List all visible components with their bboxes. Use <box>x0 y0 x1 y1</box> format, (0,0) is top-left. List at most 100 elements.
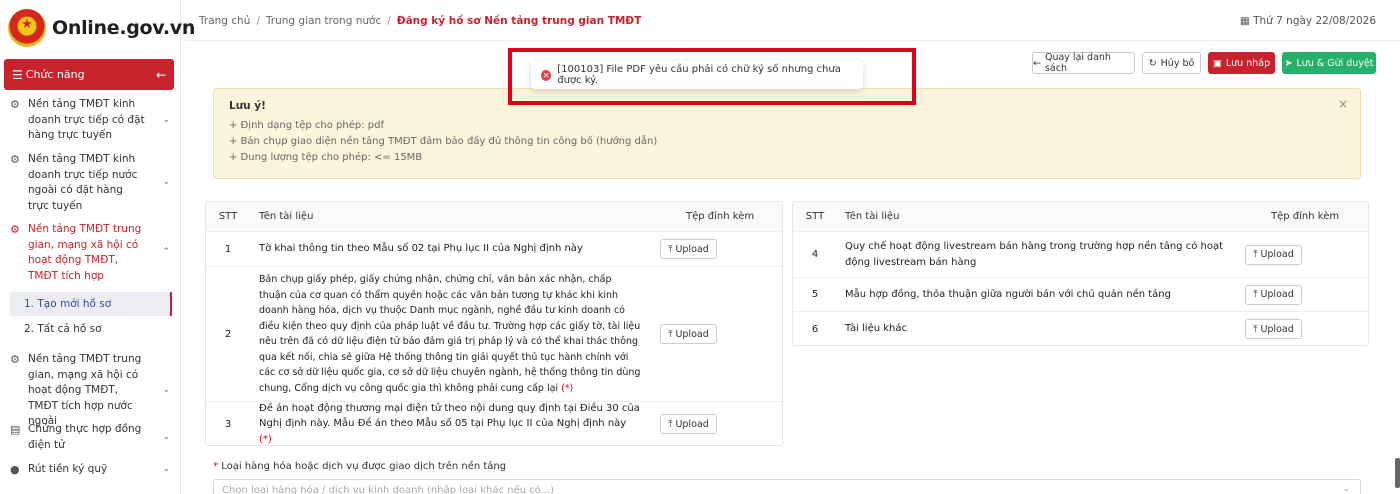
table-header: STT Tên tài liệu Tệp đính kèm <box>793 202 1368 232</box>
hamburger-icon: ☰ <box>12 67 23 82</box>
row-stt: 3 <box>224 418 232 430</box>
row-stt: 6 <box>811 323 819 335</box>
upload-icon: ⤒ <box>1253 323 1258 335</box>
col-stt: STT <box>218 211 238 222</box>
upload-label: Upload <box>1260 289 1294 300</box>
table-row: 4 Quy chế hoạt động livestream bán hàng … <box>793 232 1368 278</box>
sidebar-item-label: Chứng thực hợp đồng điện tử <box>28 423 142 451</box>
sidebar-item-direct-ecommerce[interactable]: ⚙ Nền tảng TMĐT kinh doanh trực tiếp có … <box>10 97 170 144</box>
gear-icon: ⚙ <box>10 153 20 166</box>
table-row: 5 Mẫu hợp đồng, thỏa thuận giữa người bá… <box>793 278 1368 312</box>
sidebar-subitem-create-new[interactable]: 1. Tạo mới hồ sơ <box>10 292 172 316</box>
row-name-text: Tờ khai thông tin theo Mẫu số 02 tại Phụ… <box>259 243 583 255</box>
upload-label: Upload <box>675 243 709 255</box>
arrow-left-icon: ← <box>1033 57 1041 69</box>
document-icon: ▤ <box>10 423 21 436</box>
breadcrumb-parent[interactable]: Trung gian trong nước <box>266 15 381 27</box>
chevron-down-icon: ⌄ <box>162 177 170 188</box>
sidebar-subitem-label: 2. Tất cả hồ sơ <box>24 323 102 335</box>
documents-table-right: STT Tên tài liệu Tệp đính kèm 4 Quy chế … <box>792 201 1369 346</box>
save-draft-label: Lưu nháp <box>1225 57 1271 69</box>
upload-icon: ⤒ <box>668 243 673 255</box>
row-name: Tài liệu khác <box>845 323 908 335</box>
arrow-left-icon[interactable]: ← <box>156 68 166 82</box>
sidebar-item-label: Nền tảng TMĐT trung gian, mạng xã hội có… <box>28 223 142 282</box>
breadcrumb-home[interactable]: Trang chủ <box>199 15 250 27</box>
upload-button[interactable]: ⤒ Upload <box>660 324 717 344</box>
upload-button[interactable]: ⤒ Upload <box>1245 319 1302 339</box>
function-menu-label: Chức năng <box>25 68 85 81</box>
upload-button[interactable]: ⤒ Upload <box>1245 244 1302 265</box>
sidebar: Online.gov.vn ☰ Chức năng ← ⚙ Nền tảng T… <box>0 0 195 494</box>
goods-type-placeholder: Chọn loại hàng hóa / dịch vụ kinh doanh … <box>222 485 555 494</box>
required-mark: (*) <box>561 382 574 394</box>
goods-type-label: * Loại hàng hóa hoặc dịch vụ được giao d… <box>213 461 506 472</box>
upload-button[interactable]: ⤒ Upload <box>1245 284 1302 305</box>
current-date: ▦ Thứ 7 ngày 22/08/2026 <box>1240 15 1376 27</box>
logo-text: Online.gov.vn <box>52 17 196 39</box>
calendar-icon: ▦ <box>1239 15 1250 27</box>
row-name: Mẫu hợp đồng, thỏa thuận giữa người bán … <box>845 288 1171 300</box>
send-icon: ➤ <box>1284 57 1293 69</box>
col-name: Tên tài liệu <box>845 210 900 222</box>
chevron-down-icon: ⌄ <box>162 464 170 474</box>
back-to-list-label: Quay lại danh sách <box>1044 52 1111 74</box>
refresh-icon: ↻ <box>1148 57 1157 69</box>
logo[interactable]: Online.gov.vn <box>8 8 195 48</box>
sidebar-item-foreign-intermediary-platform[interactable]: ⚙ Nền tảng TMĐT trung gian, mạng xã hội … <box>10 352 170 430</box>
upload-icon: ⤒ <box>1253 249 1258 260</box>
sidebar-item-e-contract[interactable]: ▤ Chứng thực hợp đồng điện tử ⌄ <box>10 422 170 453</box>
sidebar-item-label: Rút tiền ký quỹ <box>28 463 108 475</box>
sidebar-item-label: Nền tảng TMĐT kinh doanh trực tiếp có đặ… <box>28 98 145 141</box>
save-and-submit-button[interactable]: ➤ Lưu & Gửi duyệt <box>1282 52 1376 74</box>
breadcrumb-separator: / <box>387 15 391 27</box>
header-divider <box>185 40 1400 41</box>
coin-icon: ● <box>10 463 20 476</box>
upload-icon: ⤒ <box>668 418 673 430</box>
row-stt: 5 <box>811 289 819 300</box>
scrollbar-thumb[interactable] <box>1395 458 1400 488</box>
row-stt: 1 <box>224 243 232 255</box>
row-stt: 2 <box>224 328 232 340</box>
back-to-list-button[interactable]: ← Quay lại danh sách <box>1032 52 1135 74</box>
chevron-down-icon: ⌄ <box>162 385 170 395</box>
function-menu-button[interactable]: ☰ Chức năng ← <box>4 59 174 90</box>
sidebar-item-withdraw-deposit[interactable]: ● Rút tiền ký quỹ ⌄ <box>10 462 170 478</box>
col-stt: STT <box>805 211 825 222</box>
required-mark: * <box>213 461 218 472</box>
upload-button[interactable]: ⤒ Upload <box>660 414 717 434</box>
save-icon: ▣ <box>1212 57 1222 69</box>
sidebar-item-label: Nền tảng TMĐT kinh doanh trực tiếp nước … <box>28 153 138 212</box>
upload-icon: ⤒ <box>668 328 673 340</box>
gear-icon: ⚙ <box>10 353 20 366</box>
required-mark: (*) <box>259 433 272 445</box>
table-row: 1 Tờ khai thông tin theo Mẫu số 02 tại P… <box>206 232 782 267</box>
col-name: Tên tài liệu <box>259 210 314 222</box>
upload-label: Upload <box>1260 249 1294 260</box>
table-header: STT Tên tài liệu Tệp đính kèm <box>206 202 782 232</box>
row-name: Quy chế hoạt động livestream bán hàng tr… <box>845 241 1224 268</box>
upload-label: Upload <box>675 328 709 340</box>
gear-icon: ⚙ <box>10 98 20 111</box>
cancel-label: Hủy bỏ <box>1160 57 1195 69</box>
notice-line: + Bản chụp giao diện nền tảng TMĐT đảm b… <box>229 136 658 147</box>
cancel-button[interactable]: ↻ Hủy bỏ <box>1142 52 1201 74</box>
row-name-text: Đề án hoạt động thương mại điện tử theo … <box>259 402 640 430</box>
sidebar-subitem-all-records[interactable]: 2. Tất cả hồ sơ <box>10 317 172 341</box>
breadcrumb-separator: / <box>256 15 260 27</box>
save-and-submit-label: Lưu & Gửi duyệt <box>1296 57 1374 69</box>
upload-button[interactable]: ⤒ Upload <box>660 239 717 259</box>
save-draft-button[interactable]: ▣ Lưu nháp <box>1208 52 1275 74</box>
national-emblem-icon <box>8 9 46 47</box>
goods-type-label-text: Loại hàng hóa hoặc dịch vụ được giao dịc… <box>221 461 507 472</box>
close-icon[interactable]: × <box>1338 97 1348 111</box>
sidebar-item-foreign-direct-ecommerce[interactable]: ⚙ Nền tảng TMĐT kinh doanh trực tiếp nướ… <box>10 152 170 214</box>
upload-label: Upload <box>1260 323 1294 335</box>
upload-icon: ⤒ <box>1253 289 1258 300</box>
chevron-down-icon: ⌄ <box>1342 484 1350 494</box>
notice-line: + Dung lượng tệp cho phép: <= 15MB <box>229 152 423 163</box>
error-icon: ✕ <box>541 69 552 81</box>
date-text: Thứ 7 ngày 22/08/2026 <box>1253 15 1376 27</box>
sidebar-item-intermediary-platform[interactable]: ⚙ Nền tảng TMĐT trung gian, mạng xã hội … <box>10 222 170 284</box>
goods-type-select[interactable]: Chọn loại hàng hóa / dịch vụ kinh doanh … <box>213 479 1361 494</box>
